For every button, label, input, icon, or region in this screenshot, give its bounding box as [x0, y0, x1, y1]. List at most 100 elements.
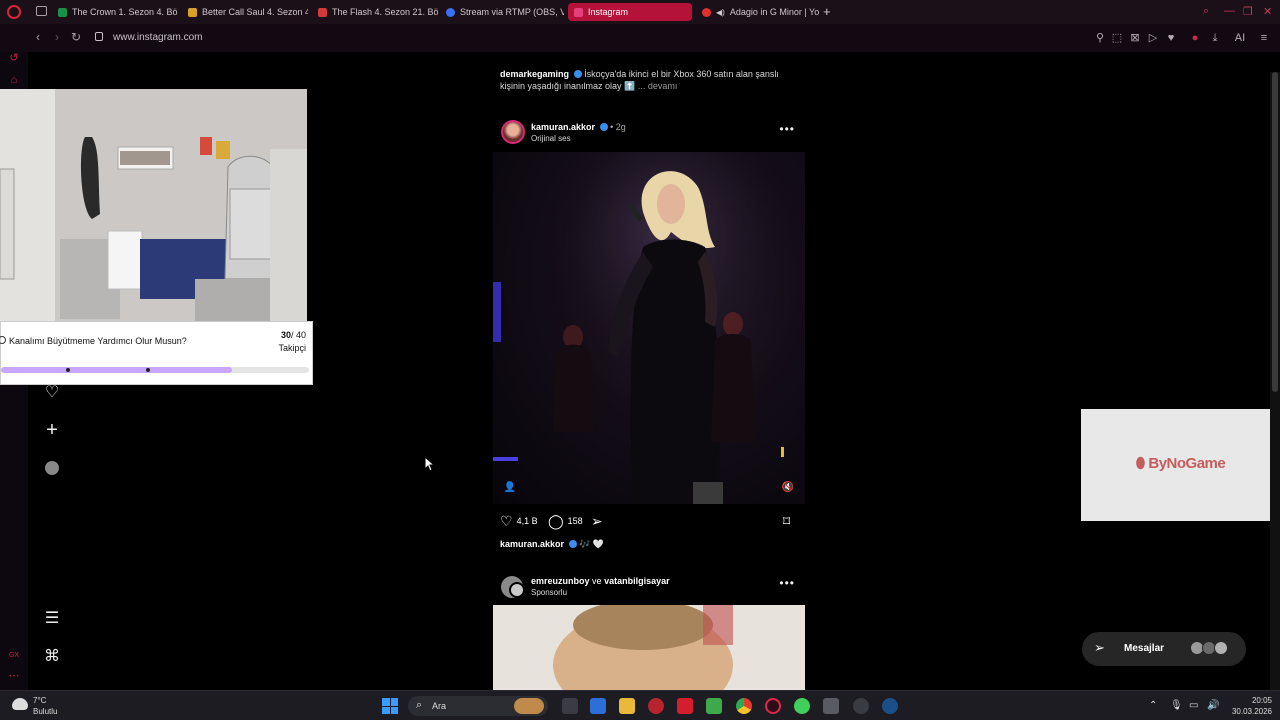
post-video[interactable]: 👤 🔇	[493, 152, 805, 504]
minecraft-icon[interactable]	[706, 698, 722, 714]
tab-bar: The Crown 1. Sezon 4. Bö Better Call Sau…	[0, 0, 1280, 24]
create-plus-icon[interactable]: +	[44, 420, 60, 440]
tab-instagram[interactable]: Instagram	[568, 3, 692, 21]
volume-icon[interactable]: 🔊	[1207, 700, 1219, 712]
scrollbar-thumb[interactable]	[1272, 72, 1278, 392]
goal-title: Kanalımı Büyütmeme Yardımcı Olur Musun?	[0, 336, 187, 346]
tab-the-crown[interactable]: The Crown 1. Sezon 4. Bö	[52, 3, 178, 21]
reload-button[interactable]: ↻	[71, 31, 81, 43]
tab-favicon-icon	[318, 7, 327, 17]
speaker-icon[interactable]: ◀)	[716, 8, 725, 17]
username-text[interactable]: emreuzunboy	[531, 576, 590, 586]
close-icon[interactable]: ✕	[1263, 5, 1272, 18]
goal-title-text: Kanalımı Büyütmeme Yardımcı Olur Musun?	[9, 336, 187, 346]
workspaces-icon[interactable]	[36, 6, 47, 16]
post-username[interactable]: kamuran.akkor • 2g	[531, 122, 626, 132]
caption-username[interactable]: kamuran.akkor	[500, 539, 564, 549]
pinboard-icon[interactable]: ⌂	[8, 74, 20, 86]
weather-widget[interactable]: 7°C Bulutlu	[33, 695, 57, 717]
post-header: kamuran.akkor • 2g Orijinal ses •••	[493, 116, 805, 152]
post-audio-label[interactable]: Orijinal ses	[531, 134, 571, 143]
tab-stream-rtmp[interactable]: Stream via RTMP (OBS, V	[440, 3, 564, 21]
more-menu-icon[interactable]: ☰	[44, 611, 60, 627]
threads-icon[interactable]: ⌘	[44, 649, 60, 665]
pin-icon[interactable]: ⚲	[1094, 32, 1106, 44]
cloud-icon[interactable]	[12, 698, 28, 710]
share-button[interactable]: ➢	[591, 513, 603, 529]
new-tab-button[interactable]: +	[823, 5, 831, 18]
start-button[interactable]	[382, 698, 398, 714]
post-avatar[interactable]	[501, 120, 525, 144]
clock-date: 30.03.2026	[1231, 707, 1272, 716]
history-icon[interactable]: ↺	[8, 52, 20, 64]
microphone-icon[interactable]: 🎙	[1170, 700, 1183, 712]
tray-chevron-icon[interactable]: ⌃	[1149, 700, 1157, 712]
heart-icon[interactable]: ♥	[1165, 32, 1177, 44]
tab-adagio[interactable]: ◀) Adagio in G Minor | Yo	[696, 3, 820, 21]
search-tabs-icon[interactable]: ⌕	[1203, 5, 1209, 18]
opera-gx-icon[interactable]	[765, 698, 781, 714]
mouse-cursor-icon	[424, 456, 436, 472]
post-options-icon[interactable]: •••	[779, 576, 795, 590]
page-scrollbar[interactable]	[1270, 72, 1280, 690]
post-options-icon[interactable]: •••	[779, 122, 795, 136]
forward-button[interactable]: ›	[55, 31, 59, 43]
tab-better-call-saul[interactable]: Better Call Saul 4. Sezon 4	[182, 3, 308, 21]
comment-button[interactable]: ◯ 158	[548, 513, 583, 529]
mute-icon[interactable]: 🔇	[781, 481, 795, 495]
menu-icon[interactable]: ≡	[1258, 32, 1270, 44]
player-icon[interactable]: ▷	[1147, 32, 1159, 44]
clock[interactable]: 20:05 30.03.2026	[1222, 695, 1272, 717]
taskbar-search[interactable]: ⌕ Ara	[408, 696, 548, 716]
app-red-icon[interactable]	[648, 698, 664, 714]
opera-logo-icon[interactable]	[7, 5, 21, 19]
post-avatar-secondary[interactable]	[509, 582, 525, 598]
adblock-icon[interactable]: ⊠	[1129, 32, 1141, 44]
more-icon[interactable]: ⋯	[8, 670, 20, 682]
minimize-icon[interactable]: —	[1224, 5, 1235, 17]
gx-icon[interactable]: GX	[8, 650, 20, 662]
maximize-icon[interactable]: ❐	[1243, 5, 1253, 18]
messages-button[interactable]: ➢ Mesajlar	[1082, 632, 1246, 666]
username-text[interactable]: kamuran.akkor	[531, 122, 595, 132]
task-view-icon[interactable]	[562, 698, 578, 714]
lock-icon	[95, 32, 103, 41]
goal-marker	[146, 368, 150, 372]
post-caption: kamuran.akkor 🎶 🤍	[500, 539, 604, 550]
heart-icon: ♡	[500, 513, 513, 529]
caption-username[interactable]: demarkegaming	[500, 69, 569, 79]
webcam-overlay	[0, 89, 307, 322]
notifications-heart-icon[interactable]: ♡	[44, 385, 60, 401]
app-green-icon[interactable]	[794, 698, 810, 714]
back-button[interactable]: ‹	[36, 31, 40, 43]
profile-avatar[interactable]	[44, 460, 60, 476]
profile-icon[interactable]: ●	[1189, 32, 1201, 44]
url-field[interactable]: www.instagram.com	[113, 32, 202, 43]
app-red2-icon[interactable]	[677, 698, 693, 714]
goal-progress-bar	[1, 367, 309, 373]
ai-label: AI	[1234, 32, 1246, 44]
chrome-icon[interactable]	[736, 698, 752, 714]
app-gray-icon[interactable]	[823, 698, 839, 714]
aria-ai-button[interactable]: AI	[1229, 32, 1251, 44]
store-icon[interactable]	[590, 698, 606, 714]
save-button[interactable]: ⌑	[783, 513, 790, 529]
snapshot-icon[interactable]: ⬚	[1111, 32, 1123, 44]
post-collab-users[interactable]: emreuzunboy ve vatanbilgisayar	[531, 576, 670, 586]
comment-count: 158	[567, 516, 583, 526]
like-button[interactable]: ♡ 4,1 B	[500, 513, 538, 529]
tab-the-flash[interactable]: The Flash 4. Sezon 21. Bö	[312, 3, 438, 21]
network-icon[interactable]: ▭	[1189, 700, 1198, 712]
more-link[interactable]: ... devamı	[638, 81, 678, 91]
file-explorer-icon[interactable]	[619, 698, 635, 714]
steam-icon[interactable]	[882, 698, 898, 714]
caption-emoji: 🎶 🤍	[579, 539, 604, 549]
tagged-users-icon[interactable]: 👤	[503, 481, 517, 495]
obs-icon[interactable]	[853, 698, 869, 714]
messages-label: Mesajlar	[1124, 643, 1165, 654]
username-text[interactable]: vatanbilgisayar	[604, 576, 670, 586]
download-icon[interactable]: ⤓	[1209, 32, 1221, 44]
webcam-room	[0, 89, 307, 322]
logo-flame-icon: ⬮	[1135, 455, 1145, 472]
sponsored-post-media[interactable]	[493, 605, 805, 690]
